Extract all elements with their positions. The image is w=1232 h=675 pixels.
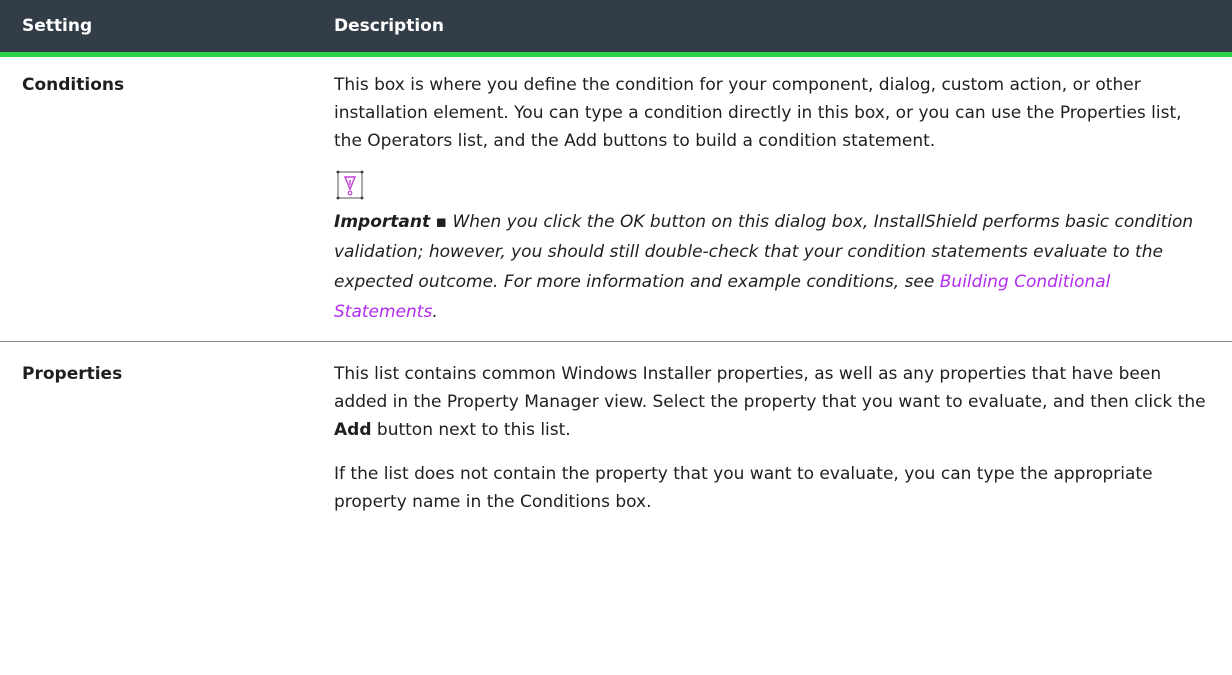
description-text: This list contains common Windows Instal… xyxy=(334,364,1206,412)
description-paragraph-2: If the list does not contain the propert… xyxy=(334,464,1153,512)
description-text: button next to this list. xyxy=(371,420,571,440)
important-note: Important ▪ When you click the OK button… xyxy=(334,207,1210,327)
header-setting: Setting xyxy=(0,0,312,57)
table-header-row: Setting Description xyxy=(0,0,1232,57)
setting-name-properties: Properties xyxy=(22,364,123,384)
description-cell-conditions: This box is where you define the conditi… xyxy=(312,54,1232,342)
description-cell-properties: This list contains common Windows Instal… xyxy=(312,342,1232,533)
table-row-conditions: Conditions This box is where you define … xyxy=(0,54,1232,342)
add-button-reference: Add xyxy=(334,420,372,440)
setting-name-conditions: Conditions xyxy=(0,54,312,342)
header-description: Description xyxy=(312,0,1232,57)
settings-table: Setting Description Conditions This box … xyxy=(0,0,1232,532)
description-text: This box is where you define the conditi… xyxy=(334,75,1182,151)
note-label: Important xyxy=(334,212,431,232)
description-paragraph-1: This list contains common Windows Instal… xyxy=(334,360,1210,444)
note-text-end: . xyxy=(432,302,438,322)
note-separator: ▪ xyxy=(430,212,453,232)
important-note-icon xyxy=(336,170,364,200)
table-row-properties: Properties This list contains common Win… xyxy=(0,342,1232,533)
